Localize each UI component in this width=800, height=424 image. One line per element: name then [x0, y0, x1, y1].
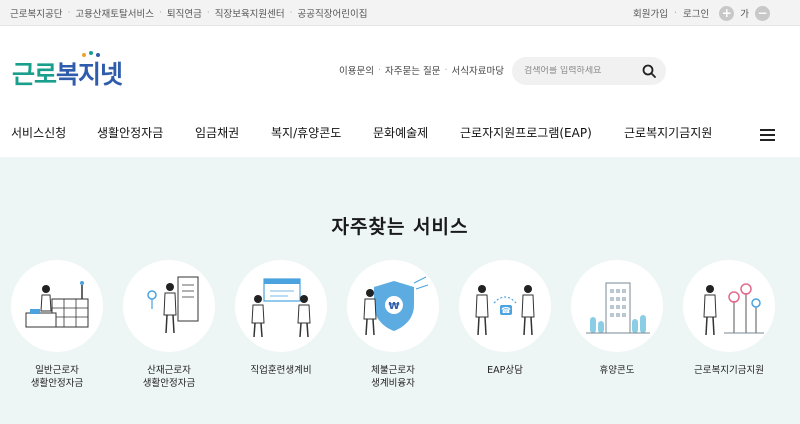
login-link[interactable]: 로그인: [683, 6, 709, 20]
service-label-line1: 체불근로자: [371, 365, 415, 376]
plus-icon[interactable]: +: [719, 5, 735, 21]
quick-link-forms[interactable]: 서식자료마당: [452, 63, 504, 77]
service-label: EAP상담: [459, 364, 551, 377]
service-card-injured-living-fund[interactable]: 산재근로자 생활안정자금: [123, 260, 215, 390]
service-label-line1: EAP상담: [487, 365, 523, 376]
search-icon[interactable]: [642, 64, 656, 78]
service-illustration: ☎: [459, 260, 551, 352]
service-label-line1: 직업훈련생계비: [250, 365, 312, 376]
service-card-resort-condo[interactable]: 휴양콘도: [571, 260, 663, 377]
frequent-services-section: 자주찾는 서비스 일반근로자 생활안정자금 산재근로자 생활안정자금 직업훈련생…: [0, 157, 800, 424]
service-card-training-allowance[interactable]: 직업훈련생계비: [235, 260, 327, 377]
section-title: 자주찾는 서비스: [331, 216, 469, 238]
service-illustration: [123, 260, 215, 352]
nav-item-welfare-condo[interactable]: 복지/휴양콘도: [271, 124, 341, 141]
nav-item-service-apply[interactable]: 서비스신청: [11, 124, 66, 141]
phone-call-icon: ☎: [475, 285, 535, 336]
logo-mark-icon: [82, 51, 100, 57]
minus-icon[interactable]: −: [755, 5, 770, 21]
top-link-childcare-center[interactable]: 직장보육지원센터: [215, 6, 285, 20]
separator: ·: [159, 8, 162, 18]
service-label: 산재근로자 생활안정자금: [123, 364, 215, 390]
separator: ·: [673, 7, 678, 19]
svg-text:₩: ₩: [388, 301, 399, 312]
top-link-total-service[interactable]: 고용산재토탈서비스: [75, 6, 154, 20]
quick-links: 이용문의 · 자주묻는 질문 · 서식자료마당: [339, 63, 504, 78]
family-site-links: 근로복지공단 · 고용산재토탈서비스 · 퇴직연금 · 직장보육지원센터 · 공…: [10, 0, 367, 26]
account-controls: 회원가입 · 로그인 + 가 −: [633, 0, 776, 26]
service-label: 체불근로자 생계비융자: [347, 364, 439, 390]
service-label: 휴양콘도: [571, 364, 663, 377]
service-card-welfare-fund-support[interactable]: 근로복지기금지원: [683, 260, 775, 377]
top-link-kcomwel[interactable]: 근로복지공단: [10, 6, 62, 20]
building-icon: [586, 282, 650, 334]
service-label: 근로복지기금지원: [683, 364, 775, 377]
service-label-line2: 생활안정자금: [30, 378, 84, 389]
separator: ·: [67, 8, 71, 18]
training-board-icon: [251, 278, 311, 338]
font-size-label: 가: [740, 9, 749, 20]
service-label-line1: 근로복지기금지원: [694, 365, 764, 376]
separator: ·: [289, 8, 293, 18]
service-label-line2: 생활안정자금: [142, 378, 196, 389]
service-illustration: [683, 260, 775, 352]
worker-document-icon: [147, 276, 199, 334]
logo-text-part1: 근로: [12, 60, 57, 89]
service-illustration: ₩: [347, 260, 439, 352]
nav-item-welfare-fund[interactable]: 근로복지기금지원: [624, 124, 712, 141]
service-label: 일반근로자 생활안정자금: [11, 364, 103, 390]
service-label-line2: 생계비융자: [371, 378, 415, 389]
nav-item-living-fund[interactable]: 생활안정자금: [97, 124, 163, 141]
top-link-pension[interactable]: 퇴직연금: [167, 6, 202, 20]
search-box: [512, 57, 666, 85]
svg-text:☎: ☎: [501, 306, 511, 315]
worker-desk-icon: [25, 281, 89, 328]
separator: ·: [444, 64, 448, 76]
search-input[interactable]: [524, 66, 634, 76]
service-illustration: [571, 260, 663, 352]
shield-icon: ₩: [363, 276, 429, 336]
nav-item-art-festival[interactable]: 문화예술제: [373, 124, 428, 141]
top-link-daycare[interactable]: 공공직장어린이집: [298, 6, 368, 20]
top-utility-bar: 근로복지공단 · 고용산재토탈서비스 · 퇴직연금 · 직장보육지원센터 · 공…: [0, 0, 800, 26]
service-card-eap-counseling[interactable]: ☎ EAP상담: [459, 260, 551, 377]
quick-link-inquiry[interactable]: 이용문의: [339, 63, 374, 77]
hamburger-icon[interactable]: [760, 129, 775, 141]
service-label-line1: 일반근로자: [35, 365, 79, 376]
nav-item-wage-claim[interactable]: 임금채권: [195, 124, 239, 141]
service-label: 직업훈련생계비: [235, 364, 327, 377]
service-card-unpaid-wage-loan[interactable]: ₩ 체불근로자 생계비융자: [347, 260, 439, 390]
service-illustration: [235, 260, 327, 352]
logo-text-part2: 복지넷: [56, 60, 123, 89]
service-card-general-living-fund[interactable]: 일반근로자 생활안정자금: [11, 260, 103, 390]
site-logo[interactable]: 근로 복지넷: [12, 51, 123, 91]
join-link[interactable]: 회원가입: [633, 6, 668, 20]
service-label-line1: 휴양콘도: [599, 365, 635, 376]
flower-growth-icon: [703, 283, 764, 336]
separator: ·: [206, 8, 210, 18]
nav-item-eap[interactable]: 근로자지원프로그램(EAP): [460, 124, 592, 141]
separator: ·: [377, 64, 381, 76]
service-illustration: [11, 260, 103, 352]
main-navigation: 서비스신청 생활안정자금 임금채권 복지/휴양콘도 문화예술제 근로자지원프로그…: [0, 112, 800, 156]
service-label-line1: 산재근로자: [147, 365, 191, 376]
quick-link-faq[interactable]: 자주묻는 질문: [385, 63, 440, 77]
